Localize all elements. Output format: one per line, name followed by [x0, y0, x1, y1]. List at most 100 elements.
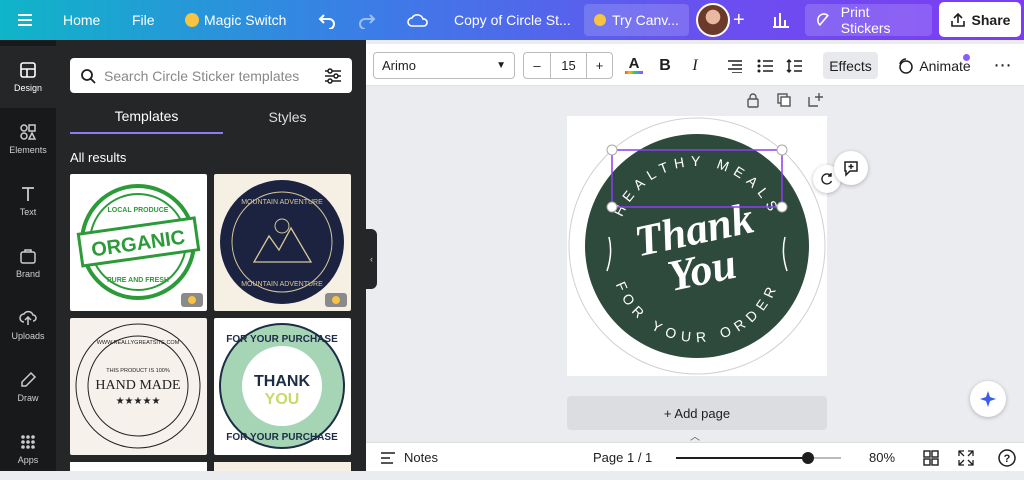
list-icon[interactable]	[754, 52, 776, 79]
animate-icon	[899, 57, 914, 74]
font-size-stepper[interactable]: – 15 +	[523, 52, 613, 79]
add-page-icon[interactable]	[807, 92, 823, 108]
sidebar-item-design[interactable]: Design	[0, 46, 56, 108]
tab-templates[interactable]: Templates	[70, 100, 223, 134]
template-thumb-hand-made[interactable]: WWW.REALLYGREATSITE.COM THIS PRODUCT IS …	[70, 318, 207, 455]
top-bar: Home File Magic Switch Copy of Circle St…	[0, 0, 1024, 40]
page-indicator[interactable]: Page 1 / 1	[593, 443, 652, 472]
effects-button[interactable]: Effects	[823, 52, 878, 79]
animate-button[interactable]: Animate	[897, 52, 971, 79]
try-canva-pro-button[interactable]: Try Canv...	[584, 4, 689, 36]
sidebar-item-label: Uploads	[11, 331, 45, 341]
redo-icon[interactable]	[358, 0, 376, 40]
handmade-small-line: THIS PRODUCT IS 100%	[106, 368, 170, 374]
home-button[interactable]: Home	[63, 0, 100, 40]
sidebar-item-elements[interactable]: Elements	[0, 108, 56, 170]
resize-handle	[776, 144, 788, 156]
document-title[interactable]: Copy of Circle St...	[454, 0, 571, 40]
new-badge-dot	[963, 54, 970, 61]
file-menu[interactable]: File	[132, 0, 155, 40]
design-canvas[interactable]: HEALTHY MEALS FOR YOUR ORDER Thank You	[567, 116, 827, 376]
more-options-icon[interactable]: ⋯	[990, 52, 1016, 79]
crown-icon	[594, 14, 606, 26]
share-button[interactable]: Share	[939, 2, 1021, 37]
collapse-panel-handle[interactable]: ‹	[366, 229, 377, 289]
magic-switch-label: Magic Switch	[204, 12, 287, 28]
tab-styles[interactable]: Styles	[223, 100, 352, 134]
text-color-button[interactable]: A	[623, 52, 645, 79]
undo-icon[interactable]	[318, 0, 336, 40]
sidebar-item-label: Draw	[17, 393, 39, 403]
increase-font-size-button[interactable]: +	[586, 53, 612, 78]
decrease-font-size-button[interactable]: –	[524, 53, 551, 78]
sidebar-item-label: Design	[13, 83, 42, 93]
sidebar: Design Elements Text Brand Uploads Draw …	[0, 40, 56, 471]
results-heading: All results	[70, 150, 127, 165]
resize-handle	[776, 201, 788, 213]
sidebar-item-text[interactable]: Text	[0, 170, 56, 232]
handmade-stars: ★★★★★	[116, 396, 161, 407]
italic-icon[interactable]: I	[684, 52, 706, 79]
magic-switch-button[interactable]: Magic Switch	[185, 0, 286, 40]
print-stickers-button[interactable]: Print Stickers	[805, 4, 932, 36]
cloud-save-icon[interactable]	[406, 0, 428, 40]
comment-icon[interactable]	[834, 151, 868, 185]
insights-icon[interactable]	[772, 0, 790, 40]
editor-toolbar: Arimo ▼ – 15 + A B I Effects Animate ⋯	[366, 44, 1024, 86]
sidebar-item-draw[interactable]: Draw	[0, 356, 56, 418]
spacing-icon[interactable]	[783, 52, 805, 79]
handmade-main-line: HAND MADE	[95, 378, 180, 393]
zoom-slider-fill	[676, 456, 808, 459]
duplicate-page-icon[interactable]	[776, 92, 792, 108]
add-page-button[interactable]: + Add page	[567, 396, 827, 430]
zoom-slider-knob[interactable]	[802, 451, 814, 464]
search-box[interactable]: Search Circle Sticker templates	[70, 58, 352, 93]
fullscreen-icon[interactable]	[958, 443, 974, 472]
resize-handle	[606, 144, 618, 156]
template-thumb-thank-you-purchase[interactable]: FOR YOUR PURCHASE THANK YOU FOR YOUR PUR…	[214, 318, 351, 455]
share-icon	[950, 12, 965, 27]
templates-panel: Search Circle Sticker templates Template…	[56, 40, 366, 471]
purchase-thank: THANK	[254, 373, 310, 390]
sidebar-item-uploads[interactable]: Uploads	[0, 294, 56, 356]
footer-bar: Notes Page 1 / 1 80% ?	[366, 442, 1024, 471]
grid-view-icon[interactable]	[923, 443, 939, 472]
menu-icon[interactable]	[16, 0, 34, 40]
font-selector[interactable]: Arimo ▼	[373, 52, 515, 79]
mountain-top-line: MOUNTAIN ADVENTURE	[241, 199, 323, 206]
notes-label: Notes	[404, 450, 438, 465]
brand-icon	[20, 249, 36, 264]
apps-icon	[21, 435, 35, 449]
add-collaborator-icon[interactable]: +	[733, 0, 745, 40]
zoom-level[interactable]: 80%	[869, 443, 895, 472]
lock-icon[interactable]	[745, 92, 761, 108]
avatar[interactable]	[696, 3, 730, 37]
notes-button[interactable]: Notes	[380, 443, 438, 472]
sidebar-item-label: Brand	[15, 269, 41, 279]
share-label: Share	[971, 11, 1011, 28]
svg-text:?: ?	[1004, 453, 1011, 465]
template-thumb-partial[interactable]	[214, 462, 351, 471]
layout-icon	[20, 62, 36, 78]
magic-assistant-icon[interactable]	[970, 381, 1006, 417]
template-thumb-mountain-adventure[interactable]: MOUNTAIN ADVENTURE MOUNTAIN ADVENTURE	[214, 174, 351, 311]
align-icon[interactable]	[724, 52, 746, 79]
try-canva-label: Try Canv...	[612, 12, 679, 28]
resize-handle	[606, 201, 618, 213]
notes-icon	[381, 451, 395, 464]
sidebar-item-brand[interactable]: Brand	[0, 232, 56, 294]
sticker-icon	[817, 13, 829, 27]
search-input[interactable]: Search Circle Sticker templates	[104, 68, 316, 84]
template-thumb-organic[interactable]: LOCAL PRODUCE ORGANIC PURE AND FRESH	[70, 174, 207, 311]
sidebar-item-label: Elements	[9, 145, 47, 155]
template-thumb-partial[interactable]	[70, 462, 207, 471]
help-icon[interactable]: ?	[998, 443, 1016, 472]
purchase-bottom-line: FOR YOUR PURCHASE	[226, 432, 338, 443]
purchase-you: YOU	[265, 391, 300, 408]
sidebar-item-label: Text	[19, 207, 37, 217]
font-size-input[interactable]: 15	[551, 53, 586, 78]
zoom-slider[interactable]	[676, 443, 841, 472]
filter-icon[interactable]	[324, 67, 342, 84]
chevron-up-icon[interactable]: ︿	[690, 428, 700, 443]
bold-icon[interactable]: B	[654, 52, 676, 79]
